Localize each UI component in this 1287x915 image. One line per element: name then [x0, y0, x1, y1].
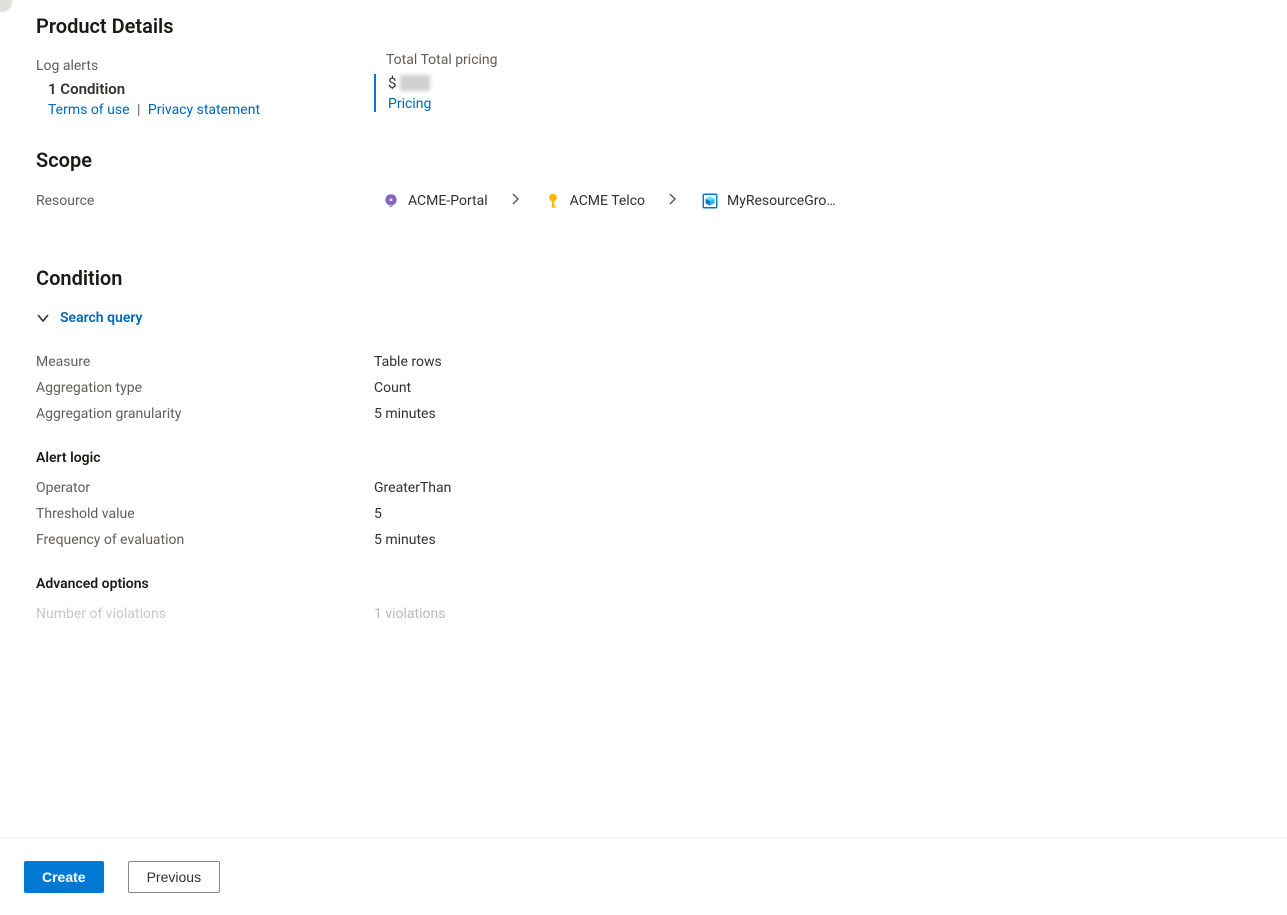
aggregation-type-value: Count	[374, 380, 411, 396]
breadcrumb-item-resourcegroup[interactable]: MyResourceGro…	[701, 192, 836, 210]
lightbulb-icon	[382, 192, 400, 210]
scope-heading: Scope	[36, 148, 1251, 172]
scope-row: Resource ACME-Portal ACME Telco	[36, 192, 1251, 210]
kv-row: Number of violations 1 violations	[36, 606, 1251, 622]
frequency-value: 5 minutes	[374, 532, 436, 548]
measure-label: Measure	[36, 354, 374, 370]
violations-value: 1 violations	[374, 606, 445, 622]
search-query-expander[interactable]: Search query	[36, 310, 1251, 326]
chevron-right-icon	[667, 193, 679, 209]
breadcrumb-item-portal[interactable]: ACME-Portal	[382, 192, 488, 210]
kv-row: Measure Table rows	[36, 354, 1251, 370]
kv-row: Threshold value 5	[36, 506, 1251, 522]
search-query-label: Search query	[60, 310, 142, 326]
breadcrumb-label: ACME-Portal	[408, 193, 488, 209]
alert-logic-heading: Alert logic	[36, 450, 1251, 466]
aggregation-granularity-label: Aggregation granularity	[36, 406, 374, 422]
threshold-value: 5	[374, 506, 382, 522]
previous-button[interactable]: Previous	[128, 861, 220, 893]
price-blurred	[400, 75, 430, 91]
currency-symbol: $	[388, 74, 396, 92]
breadcrumb-item-telco[interactable]: ACME Telco	[544, 192, 645, 210]
threshold-label: Threshold value	[36, 506, 374, 522]
total-pricing-label: Total Total pricing	[386, 52, 498, 68]
resource-label: Resource	[36, 193, 382, 209]
aggregation-granularity-value: 5 minutes	[374, 406, 436, 422]
product-details-heading: Product Details	[36, 14, 1251, 38]
breadcrumb-label: MyResourceGro…	[727, 193, 836, 209]
key-icon	[544, 192, 562, 210]
create-button[interactable]: Create	[24, 861, 104, 893]
kv-row: Aggregation granularity 5 minutes	[36, 406, 1251, 422]
violations-label: Number of violations	[36, 606, 374, 622]
footer-bar: Create Previous	[0, 837, 1287, 915]
chevron-down-icon	[36, 311, 50, 325]
advanced-options-heading: Advanced options	[36, 576, 1251, 592]
breadcrumb: ACME-Portal ACME Telco	[382, 192, 836, 210]
cube-icon	[701, 192, 719, 210]
measure-value: Table rows	[374, 354, 442, 370]
condition-heading: Condition	[36, 266, 1251, 290]
main-content: Product Details Log alerts 1 Condition T…	[0, 0, 1287, 837]
pricing-link[interactable]: Pricing	[388, 96, 431, 112]
chevron-right-icon	[510, 193, 522, 209]
kv-row: Aggregation type Count	[36, 380, 1251, 396]
aggregation-type-label: Aggregation type	[36, 380, 374, 396]
operator-label: Operator	[36, 480, 374, 496]
price-line: $	[388, 74, 498, 92]
kv-row: Frequency of evaluation 5 minutes	[36, 532, 1251, 548]
frequency-label: Frequency of evaluation	[36, 532, 374, 548]
breadcrumb-label: ACME Telco	[570, 193, 645, 209]
operator-value: GreaterThan	[374, 480, 451, 496]
kv-row: Operator GreaterThan	[36, 480, 1251, 496]
